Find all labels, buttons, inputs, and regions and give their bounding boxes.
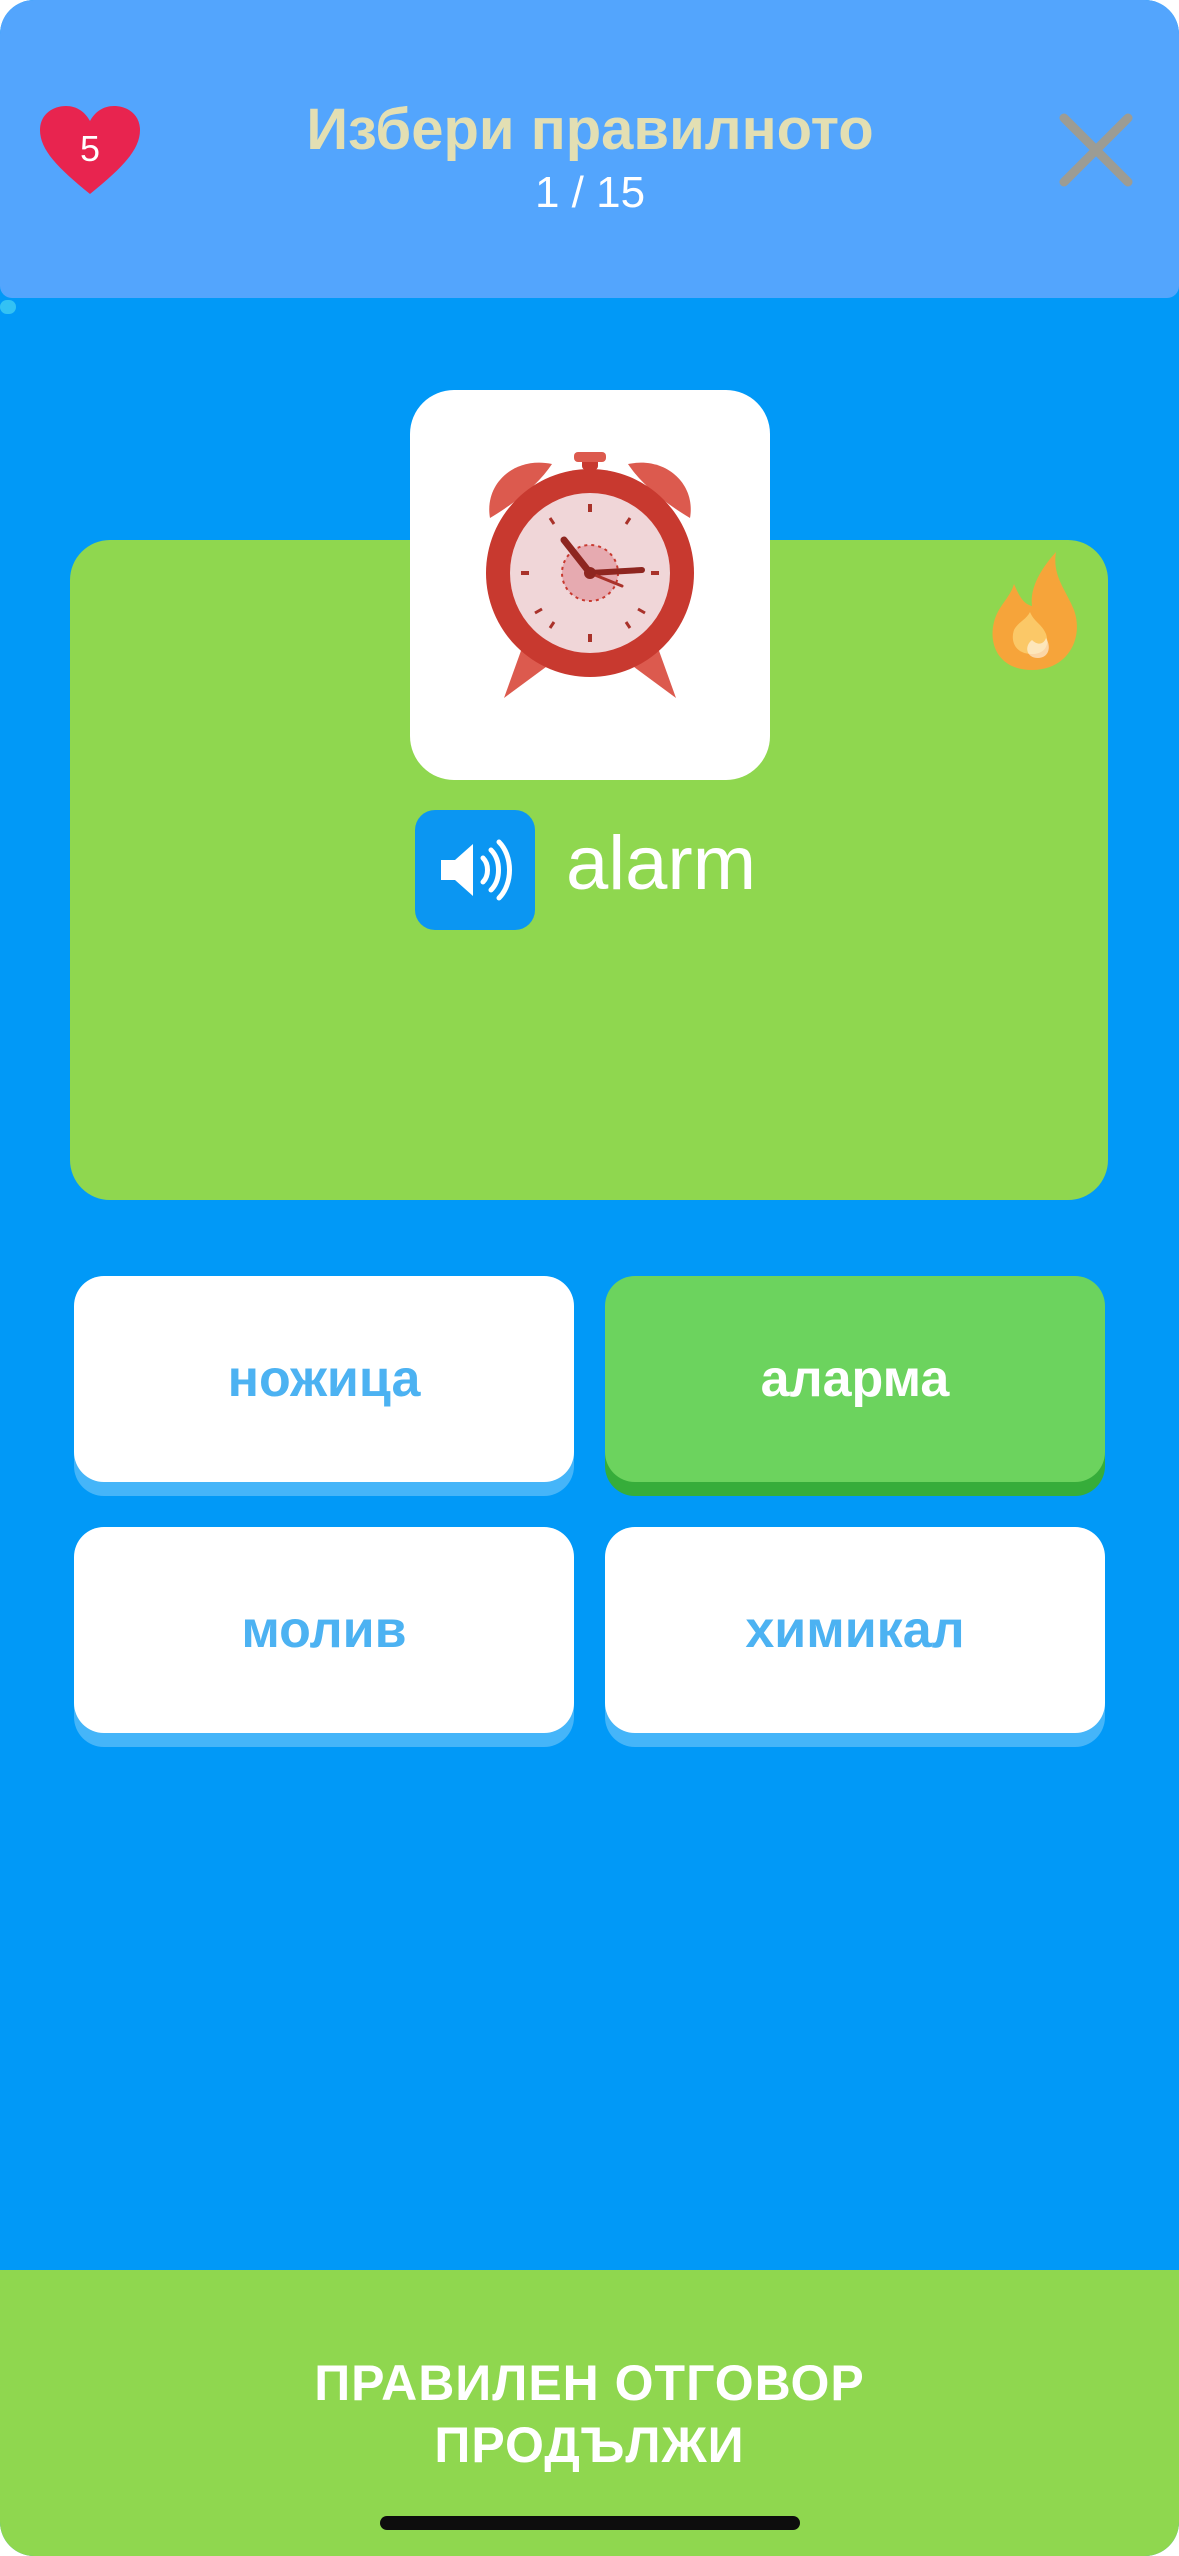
quiz-screen: 5 Избери правилното 1 / 15 alarm ножица …	[0, 0, 1179, 2556]
answer-option-label: аларма	[760, 1350, 950, 1408]
word-image	[410, 390, 770, 780]
home-indicator	[380, 2516, 800, 2530]
answer-option[interactable]: ножица	[74, 1276, 574, 1482]
answer-option[interactable]: молив	[74, 1527, 574, 1733]
answer-option-label: химикал	[745, 1601, 965, 1659]
play-audio-button[interactable]	[415, 810, 535, 930]
question-counter: 1 / 15	[534, 168, 646, 217]
lives-indicator: 5	[38, 104, 142, 196]
alarm-clock-icon	[486, 452, 694, 698]
page-title: Избери правилното	[306, 97, 874, 162]
fire-icon	[992, 552, 1077, 670]
progress-bar	[0, 300, 1179, 316]
lives-count: 5	[79, 128, 101, 169]
answer-option[interactable]: аларма	[605, 1276, 1105, 1482]
continue-label: ПРОДЪЛЖИ	[434, 2417, 745, 2473]
header: 5 Избери правилното 1 / 15	[0, 0, 1179, 298]
close-button[interactable]	[1056, 110, 1136, 190]
correct-answer-label: ПРАВИЛЕН ОТГОВОР	[314, 2355, 865, 2411]
answer-option-label: ножица	[227, 1350, 421, 1408]
speaker-icon[interactable]	[437, 838, 513, 902]
continue-button[interactable]: ПРАВИЛЕН ОТГОВОР ПРОДЪЛЖИ	[0, 2270, 1179, 2556]
answer-option[interactable]: химикал	[605, 1527, 1105, 1733]
answer-option-label: молив	[241, 1601, 407, 1659]
close-icon[interactable]	[1056, 110, 1136, 190]
target-word: alarm	[566, 821, 757, 906]
progress-fill	[0, 300, 16, 314]
